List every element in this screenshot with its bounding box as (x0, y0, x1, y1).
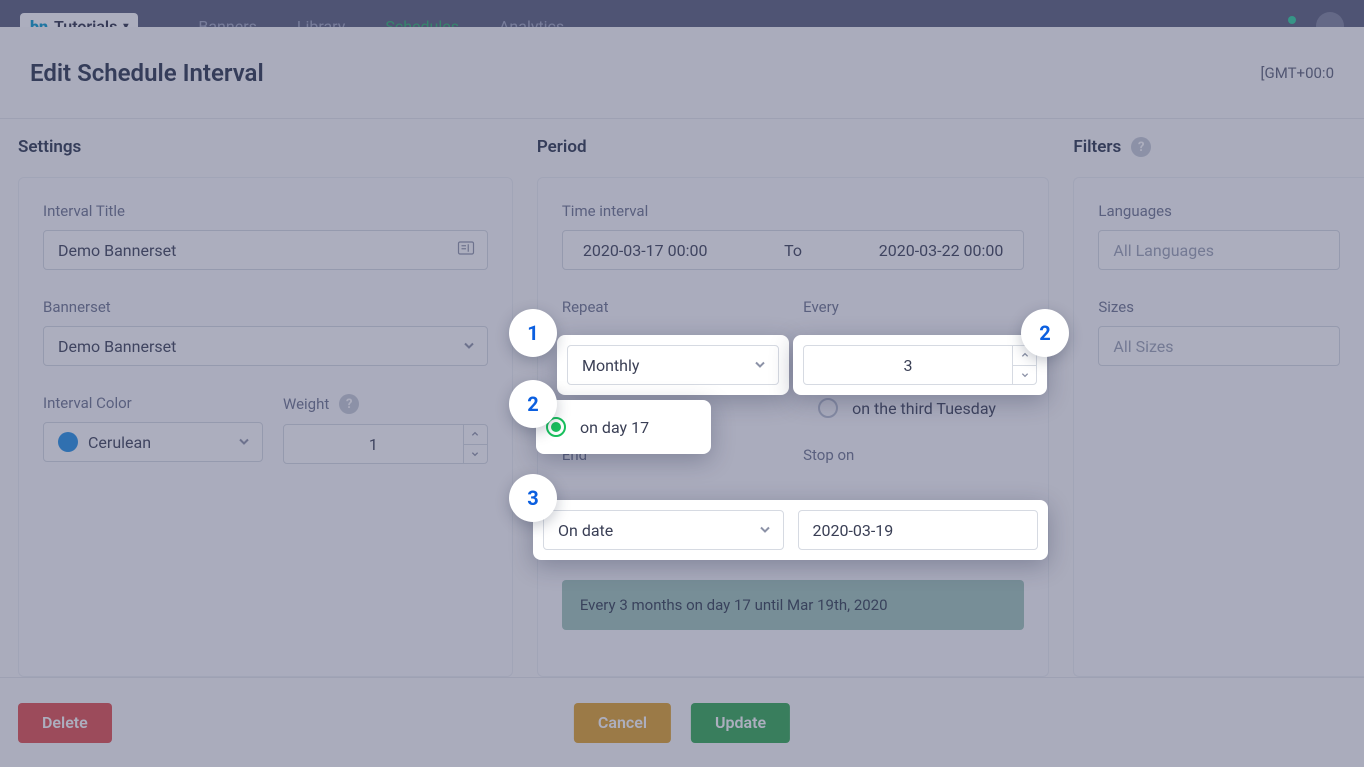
hl-end-stopon: On date 2020-03-19 (533, 500, 1048, 560)
chevron-down-icon (754, 356, 766, 375)
end-select[interactable]: On date (543, 510, 784, 550)
stop-on-input[interactable]: 2020-03-19 (798, 510, 1039, 550)
repeat-value: Monthly (582, 356, 639, 375)
stop-on-value: 2020-03-19 (813, 521, 894, 540)
radio-on-day-label: on day 17 (580, 418, 649, 437)
tour-badge-2-radio: 2 (509, 380, 557, 428)
end-value: On date (558, 521, 613, 540)
radio-on-day[interactable]: on day 17 (546, 417, 649, 437)
tour-badge-1: 1 (509, 309, 557, 357)
repeat-select[interactable]: Monthly (567, 345, 779, 385)
chevron-down-icon[interactable] (1013, 365, 1036, 385)
hl-repeat: Monthly (557, 335, 789, 395)
every-stepper[interactable]: 3 (803, 345, 1037, 385)
hl-radio-on-day: on day 17 (536, 400, 711, 454)
chevron-down-icon (759, 521, 771, 540)
tour-badge-3: 3 (509, 474, 557, 522)
hl-every: 3 (793, 335, 1047, 395)
tour-badge-2-every: 2 (1021, 309, 1069, 357)
every-value: 3 (804, 346, 1012, 384)
